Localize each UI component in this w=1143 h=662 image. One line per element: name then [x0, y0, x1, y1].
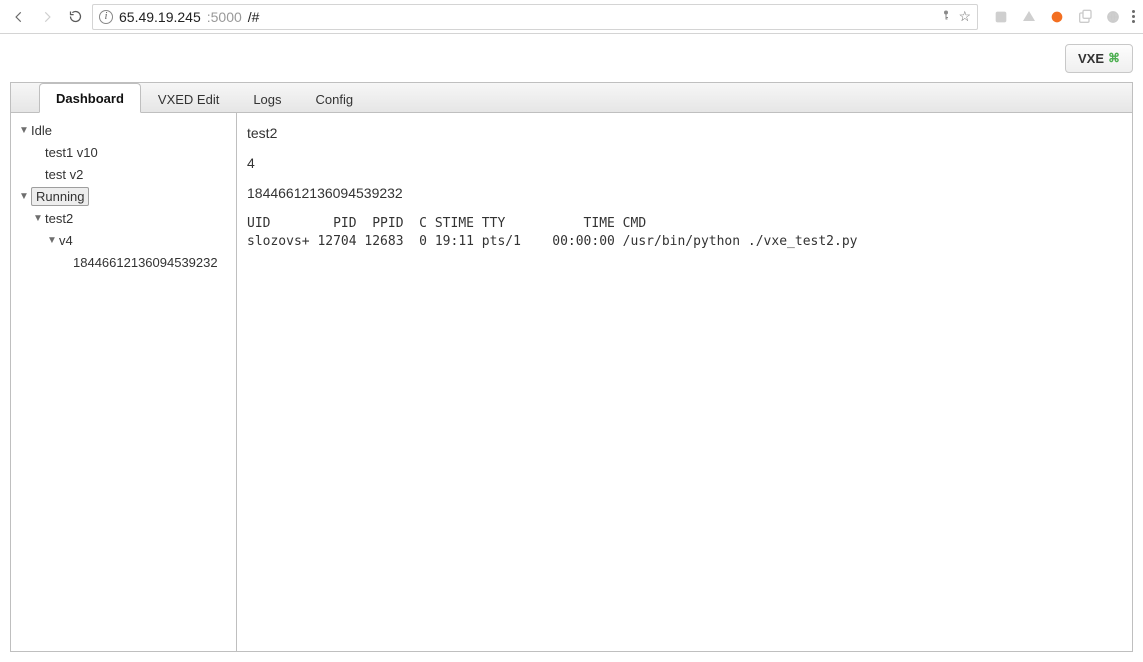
url-path: /#: [248, 9, 260, 25]
tab-logs[interactable]: Logs: [236, 84, 298, 113]
tree-label: Idle: [31, 123, 52, 138]
tree-label-selected: Running: [31, 187, 89, 206]
tree-node-idle[interactable]: ▼ Idle: [15, 119, 232, 141]
url-port: :5000: [207, 9, 242, 25]
forward-button[interactable]: [36, 6, 58, 28]
extension-globe-icon[interactable]: [1104, 8, 1122, 26]
tree-node-v4[interactable]: ▼ v4: [15, 229, 232, 251]
tree-label: test v2: [45, 167, 83, 182]
tab-bar: Dashboard VXED Edit Logs Config: [11, 83, 1132, 113]
site-info-icon[interactable]: i: [99, 10, 113, 24]
tree-label: test2: [45, 211, 73, 226]
vxe-button-suffix-icon: ⌘: [1108, 51, 1120, 65]
chevron-down-icon[interactable]: ▼: [31, 213, 45, 224]
main-output: test2 4 18446612136094539232 UID PID PPI…: [237, 113, 1132, 651]
tree-label: 18446612136094539232: [73, 255, 218, 270]
tree-node-running[interactable]: ▼ Running: [15, 185, 232, 207]
credentials-icon[interactable]: [940, 8, 952, 25]
tree-node-test2[interactable]: ▼ test2: [15, 207, 232, 229]
chevron-down-icon[interactable]: ▼: [17, 125, 31, 136]
browser-menu-icon[interactable]: [1132, 10, 1135, 23]
back-button[interactable]: [8, 6, 30, 28]
tree-sidebar: ▼ Idle ▼ test1 v10 ▼ test v2 ▼ Running ▼: [11, 113, 237, 651]
chevron-down-icon[interactable]: ▼: [17, 191, 31, 202]
extensions-area: [984, 8, 1135, 26]
vxe-button-label: VXE: [1078, 51, 1104, 66]
tree-node-leaf[interactable]: ▼ 18446612136094539232: [15, 251, 232, 273]
tab-vxed-edit[interactable]: VXED Edit: [141, 84, 236, 113]
dashboard-content: ▼ Idle ▼ test1 v10 ▼ test v2 ▼ Running ▼: [11, 113, 1132, 651]
browser-toolbar: i 65.49.19.245 :5000 /# ☆: [0, 0, 1143, 34]
output-id: 18446612136094539232: [247, 185, 1122, 201]
url-host: 65.49.19.245: [119, 9, 201, 25]
tree-label: v4: [59, 233, 73, 248]
tree-node-idle-child[interactable]: ▼ test v2: [15, 163, 232, 185]
page-root: VXE ⌘ Dashboard VXED Edit Logs Config ▼ …: [0, 34, 1143, 662]
output-name: test2: [247, 125, 1122, 141]
address-bar[interactable]: i 65.49.19.245 :5000 /# ☆: [92, 4, 978, 30]
page-header: VXE ⌘: [0, 34, 1143, 82]
tab-config[interactable]: Config: [299, 84, 371, 113]
chevron-down-icon[interactable]: ▼: [45, 235, 59, 246]
main-panel: Dashboard VXED Edit Logs Config ▼ Idle ▼…: [10, 82, 1133, 652]
bookmark-star-icon[interactable]: ☆: [958, 8, 971, 25]
tab-dashboard[interactable]: Dashboard: [39, 83, 141, 113]
tree-label: test1 v10: [45, 145, 98, 160]
extension-icon-1[interactable]: [992, 8, 1010, 26]
extension-drive-icon[interactable]: [1020, 8, 1038, 26]
reload-button[interactable]: [64, 6, 86, 28]
extension-orange-icon[interactable]: [1048, 8, 1066, 26]
output-ps: UID PID PPID C STIME TTY TIME CMD slozov…: [247, 215, 1122, 251]
vxe-button[interactable]: VXE ⌘: [1065, 44, 1133, 73]
output-version: 4: [247, 155, 1122, 171]
tree-node-idle-child[interactable]: ▼ test1 v10: [15, 141, 232, 163]
extension-box-icon[interactable]: [1076, 8, 1094, 26]
